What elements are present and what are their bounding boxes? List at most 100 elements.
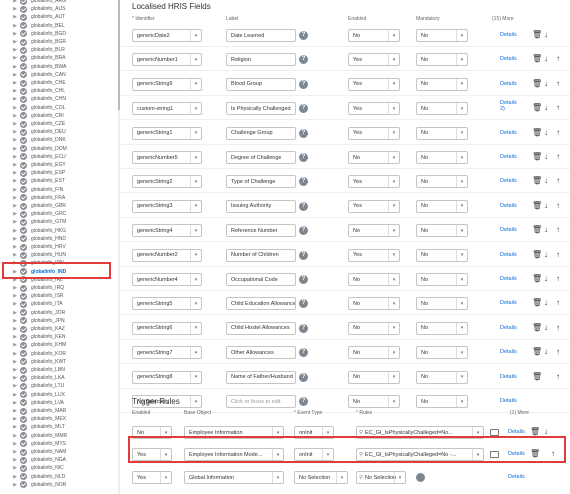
label-input[interactable]: Child Education Allowance <box>226 297 296 311</box>
enabled-select[interactable]: No ▾ <box>348 151 400 164</box>
tree-item[interactable]: ▶ globalinfo_HKG <box>0 227 118 235</box>
tree-item[interactable]: ▶ globalinfo_MEX <box>0 415 118 423</box>
arrow-down-icon[interactable]: ↓ <box>544 323 548 333</box>
mandatory-select[interactable]: No ▾ <box>416 321 468 335</box>
trash-icon[interactable]: 🗑 <box>532 347 542 357</box>
tree-expand-icon[interactable]: ▶ <box>12 449 18 455</box>
details-link[interactable]: Details <box>500 56 517 62</box>
chevron-down-icon[interactable]: ▾ <box>456 298 467 310</box>
help-icon[interactable]: ? <box>299 79 308 89</box>
chevron-down-icon[interactable]: ▾ <box>456 152 467 163</box>
tree-item[interactable]: ▶ globalinfo_JPN <box>0 317 118 325</box>
help-icon[interactable]: ? <box>299 153 308 162</box>
help-icon[interactable]: ? <box>299 177 308 187</box>
tree-item[interactable]: ▶ globalinfo_KOR <box>0 350 118 358</box>
tree-item[interactable]: ▶ globalinfo_LBN <box>0 366 118 374</box>
tree-expand-icon[interactable]: ▶ <box>12 162 18 168</box>
chevron-down-icon[interactable]: ▾ <box>394 472 405 483</box>
help-icon[interactable]: ? <box>299 323 308 333</box>
chevron-down-icon[interactable]: ▾ <box>388 274 399 285</box>
tree-expand-icon[interactable]: ▶ <box>12 203 18 209</box>
chevron-down-icon[interactable]: ▾ <box>456 347 467 359</box>
tree-item[interactable]: ▶ globalinfo_NLD <box>0 473 118 481</box>
tree-expand-icon[interactable]: ▶ <box>12 154 18 160</box>
mandatory-select[interactable]: No ▾ <box>416 224 468 238</box>
arrow-down-icon[interactable]: ↓ <box>544 274 548 284</box>
chevron-down-icon[interactable]: ▾ <box>388 152 399 163</box>
identifier-select[interactable]: genericDate2 ▾ <box>132 29 202 42</box>
chevron-down-icon[interactable]: ▾ <box>190 127 201 139</box>
chevron-down-icon[interactable]: ▾ <box>456 225 467 237</box>
label-input[interactable]: Click or focus to edit <box>226 395 296 408</box>
tree-item[interactable]: ▶ globalinfo_EST <box>0 177 118 185</box>
arrow-down-icon[interactable]: ↓ <box>544 298 548 308</box>
enabled-select[interactable]: Yes ▾ <box>348 77 400 91</box>
tree-expand-icon[interactable]: ▶ <box>12 285 18 291</box>
enabled-select[interactable]: Yes ▾ <box>348 248 400 262</box>
tree-expand-icon[interactable]: ▶ <box>12 0 18 4</box>
help-icon[interactable]: ? <box>299 104 308 114</box>
tree-item[interactable]: ▶ globalinfo_CHN <box>0 95 118 103</box>
details-link[interactable]: Details <box>500 81 517 87</box>
identifier-select[interactable]: genericString6 ▾ <box>132 321 202 335</box>
chevron-down-icon[interactable]: ▾ <box>160 472 171 483</box>
tree-item[interactable]: ▶ globalinfo_ECU <box>0 153 118 161</box>
tree-item[interactable]: ▶ globalinfo_KEN <box>0 333 118 341</box>
tree-item[interactable]: ▶ globalinfo_BGD <box>0 30 118 38</box>
tree-item[interactable]: ▶ globalinfo_CRI <box>0 112 118 120</box>
tree-expand-icon[interactable]: ▶ <box>12 457 18 463</box>
tree-expand-icon[interactable]: ▶ <box>12 310 18 316</box>
chevron-down-icon[interactable]: ▾ <box>456 322 467 334</box>
tree-item[interactable]: ▶ globalinfo_KWT <box>0 358 118 366</box>
chevron-down-icon[interactable]: ▾ <box>190 249 201 261</box>
arrow-up-icon[interactable]: ↑ <box>556 103 560 113</box>
enabled-select[interactable]: Yes ▾ <box>348 126 400 140</box>
tree-expand-icon[interactable]: ▶ <box>12 47 18 53</box>
chevron-down-icon[interactable]: ▾ <box>388 127 399 139</box>
mandatory-select[interactable]: No ▾ <box>416 175 468 189</box>
trash-icon[interactable]: 🗑 <box>532 274 542 284</box>
identifier-select[interactable]: genericString8 ▾ <box>132 370 202 384</box>
mandatory-select[interactable]: No ▾ <box>416 29 468 42</box>
help-icon[interactable]: ? <box>299 275 308 284</box>
tree-expand-icon[interactable]: ▶ <box>12 482 18 488</box>
tree-item[interactable]: ▶ globalinfo_MYS <box>0 440 118 448</box>
tree-item[interactable]: ▶ globalinfo_LTU <box>0 382 118 390</box>
tree-expand-icon[interactable]: ▶ <box>12 72 18 78</box>
details-link[interactable]: Details <box>500 398 517 404</box>
trash-icon[interactable]: 🗑 <box>532 79 542 89</box>
chevron-down-icon[interactable]: ▾ <box>190 103 201 115</box>
enabled-select[interactable]: No ▾ <box>348 321 400 335</box>
details-link[interactable]: Details <box>500 154 517 160</box>
tree-expand-icon[interactable]: ▶ <box>12 383 18 389</box>
tree-expand-icon[interactable]: ▶ <box>12 375 18 381</box>
tree-expand-icon[interactable]: ▶ <box>12 178 18 184</box>
tree-item[interactable]: ▶ globalinfo_COL <box>0 104 118 112</box>
enabled-select[interactable]: Yes ▾ <box>348 102 400 116</box>
identifier-select[interactable]: genericNumber4 ▾ <box>132 273 202 286</box>
chevron-down-icon[interactable]: ▾ <box>456 30 467 41</box>
label-input[interactable]: Degree of Challenge <box>226 151 296 164</box>
tree-item[interactable]: ▶ globalinfo_NOR <box>0 481 118 489</box>
chevron-down-icon[interactable]: ▾ <box>336 472 347 483</box>
tree-expand-icon[interactable]: ▶ <box>12 367 18 373</box>
tree-expand-icon[interactable]: ▶ <box>12 113 18 119</box>
chevron-down-icon[interactable]: ▾ <box>190 298 201 310</box>
trash-icon[interactable]: 🗑 <box>532 323 542 333</box>
arrow-up-icon[interactable]: ↑ <box>556 128 560 138</box>
tree-item[interactable]: ▶ globalinfo_CZE <box>0 120 118 128</box>
details-link[interactable]: Details <box>500 32 517 38</box>
more-columns-link[interactable]: (15) More <box>492 16 514 22</box>
tree-expand-icon[interactable]: ▶ <box>12 318 18 324</box>
trigger-enabled-select[interactable]: Yes ▾ <box>132 471 172 484</box>
tree-item[interactable]: ▶ globalinfo_NIC <box>0 464 118 472</box>
tree-item[interactable]: ▶ globalinfo_HRV <box>0 243 118 251</box>
mandatory-select[interactable]: No ▾ <box>416 102 468 116</box>
arrow-down-icon[interactable]: ↓ <box>544 201 548 211</box>
arrow-down-icon[interactable]: ↓ <box>544 128 548 138</box>
identifier-select[interactable]: genericString5 ▾ <box>132 297 202 311</box>
chevron-down-icon[interactable]: ▾ <box>190 396 201 407</box>
event-type-select[interactable]: No Selection ▾ <box>294 471 348 484</box>
tree-item[interactable]: ▶ globalinfo_AUT <box>0 13 118 21</box>
tree-expand-icon[interactable]: ▶ <box>12 80 18 86</box>
